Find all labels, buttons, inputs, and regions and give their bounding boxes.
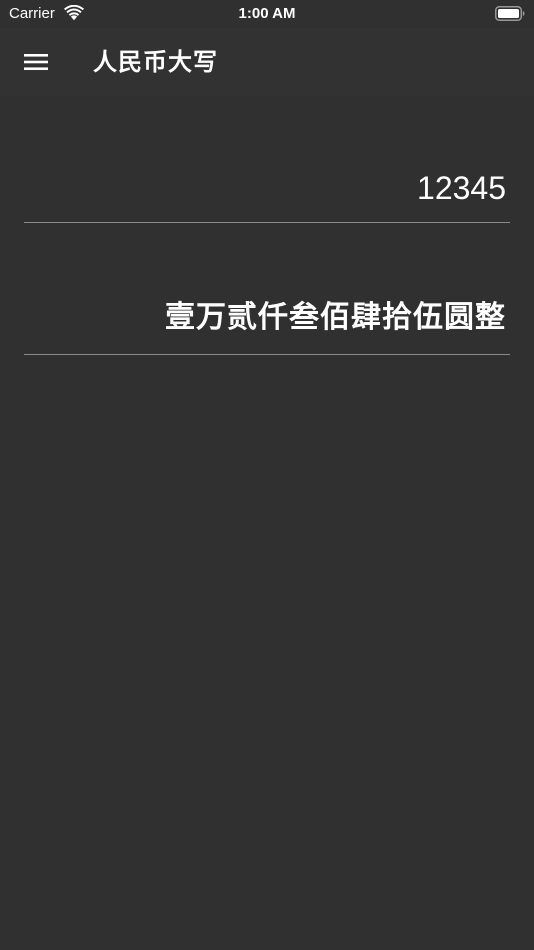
- screen: Carrier 1:00 AM 人民币大写 壹万贰仟叁佰肆拾伍圆整: [0, 0, 534, 950]
- result-field: 壹万贰仟叁佰肆拾伍圆整: [24, 290, 510, 355]
- hamburger-menu-icon: [24, 54, 48, 70]
- menu-button[interactable]: [16, 42, 56, 82]
- status-time: 1:00 AM: [238, 5, 296, 22]
- app-bar: 人民币大写: [0, 28, 534, 96]
- result-text: 壹万贰仟叁佰肆拾伍圆整: [165, 300, 506, 335]
- amount-input[interactable]: [24, 168, 506, 208]
- battery-icon: [495, 6, 525, 21]
- status-bar: Carrier 1:00 AM: [0, 0, 534, 28]
- page-title: 人民币大写: [93, 48, 218, 76]
- amount-field: [24, 160, 510, 223]
